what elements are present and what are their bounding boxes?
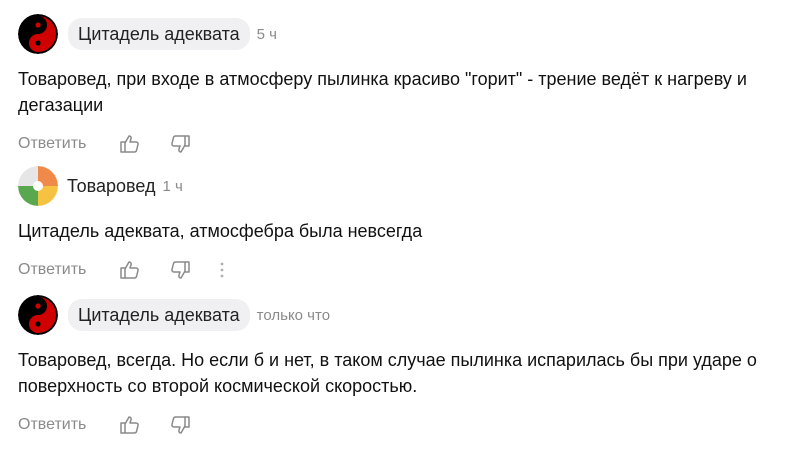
comment-header: Цитадель адеквата только что (18, 295, 778, 335)
yin-yang-icon (18, 295, 58, 335)
comment-text: Цитадель адеквата, атмосфебра была невсе… (18, 221, 423, 241)
author-name[interactable]: Товаровед (67, 176, 155, 197)
comment: Цитадель адеквата только что Товаровед, … (18, 295, 778, 437)
timestamp: 1 ч (162, 177, 183, 195)
quadrant-avatar-icon (18, 166, 58, 206)
thumbs-down-icon[interactable] (169, 414, 191, 436)
timestamp: только что (256, 306, 331, 324)
author-name[interactable]: Цитадель адеквата (68, 18, 250, 50)
comment: Товаровед 1 ч Цитадель адеквата, атмосфе… (18, 166, 778, 282)
comment-header: Цитадель адеквата 5 ч (18, 14, 778, 54)
thumbs-down-icon[interactable] (169, 259, 191, 281)
timestamp: 5 ч (256, 25, 277, 43)
author-name[interactable]: Цитадель адеквата (68, 299, 250, 331)
comment-text: Товаровед, всегда. Но если б и нет, в та… (18, 350, 757, 396)
reply-button[interactable]: Ответить (18, 261, 119, 279)
comment-actions: Ответить (18, 258, 778, 282)
thumbs-down-icon[interactable] (169, 133, 191, 155)
avatar[interactable] (18, 295, 58, 335)
thumbs-up-icon[interactable] (119, 259, 141, 281)
reply-button[interactable]: Ответить (18, 416, 119, 434)
thumbs-up-icon[interactable] (119, 414, 141, 436)
reply-button[interactable]: Ответить (18, 135, 119, 153)
more-options-icon[interactable] (219, 260, 225, 280)
comment-actions: Ответить (18, 413, 778, 437)
comment: Цитадель адеквата 5 ч Товаровед, при вхо… (18, 14, 778, 156)
avatar[interactable] (18, 166, 58, 206)
comment-text: Товаровед, при входе в атмосферу пылинка… (18, 69, 747, 115)
comment-header: Товаровед 1 ч (18, 166, 778, 206)
comment-actions: Ответить (18, 132, 778, 156)
yin-yang-icon (18, 14, 58, 54)
thumbs-up-icon[interactable] (119, 133, 141, 155)
avatar[interactable] (18, 14, 58, 54)
